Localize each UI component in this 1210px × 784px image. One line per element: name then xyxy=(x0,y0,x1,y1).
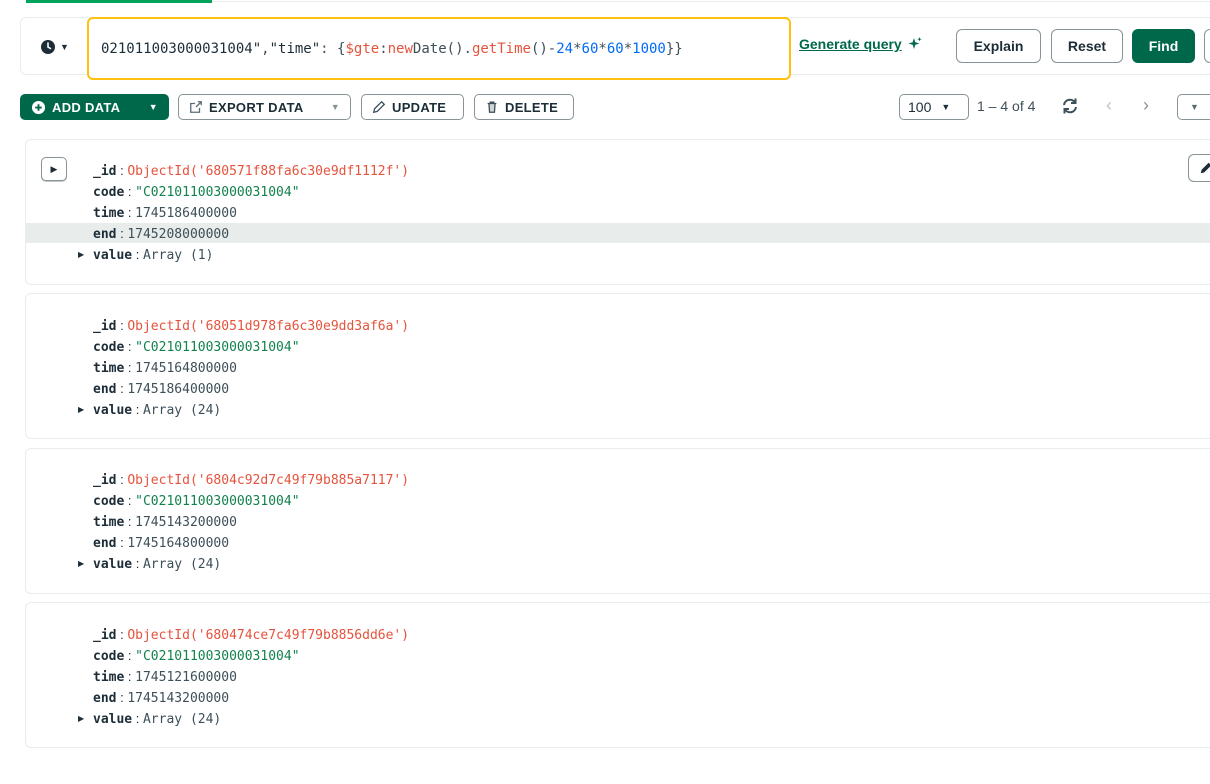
chevron-down-icon: ▼ xyxy=(941,102,951,112)
query-token: 60 xyxy=(581,40,599,57)
edit-document-button[interactable] xyxy=(1188,154,1210,182)
field-code: code : "C021011003000031004" xyxy=(93,339,300,355)
query-token: 1000 xyxy=(632,40,666,57)
field-end: end : 1745208000000 xyxy=(93,226,230,242)
edit-icon xyxy=(1200,162,1210,174)
page-size-select[interactable]: 100 ▼ xyxy=(899,94,969,120)
chevron-down-icon: ▼ xyxy=(60,42,69,52)
delete-button[interactable]: DELETE xyxy=(474,94,574,120)
query-token: , xyxy=(261,40,270,57)
sparkle-icon xyxy=(908,37,922,49)
chevron-down-icon: ▼ xyxy=(148,102,158,112)
expand-array-icon[interactable]: ▶ xyxy=(78,405,84,414)
tab-divider xyxy=(212,1,1210,2)
field-value[interactable]: value : Array (24) xyxy=(93,555,221,573)
trash-icon xyxy=(487,101,497,113)
chevron-down-icon: ▼ xyxy=(1190,102,1199,112)
expand-array-icon[interactable]: ▶ xyxy=(78,714,84,723)
previous-page-button[interactable]: ‹ xyxy=(1106,95,1112,116)
expand-document-button[interactable]: ▶ xyxy=(41,157,67,181)
query-token: * xyxy=(623,40,633,57)
query-token: Date(). xyxy=(412,40,472,57)
query-token: * xyxy=(598,40,607,57)
export-data-label: EXPORT DATA xyxy=(209,99,304,115)
query-token: : xyxy=(379,40,388,57)
field-end: end : 1745186400000 xyxy=(93,381,230,397)
field-id: _id : ObjectId('680571f88fa6c30e9df1112f… xyxy=(93,163,410,179)
query-filter-input[interactable]: 021011003000031004", "time": {$gte: new D… xyxy=(87,17,791,80)
query-token: "time" xyxy=(269,40,321,57)
result-range: 1 – 4 of 4 xyxy=(977,98,1036,114)
query-token: 021011003000031004" xyxy=(101,40,262,57)
generate-query-label: Generate query xyxy=(799,36,902,52)
update-label: UPDATE xyxy=(392,99,447,115)
field-id: _id : ObjectId('68051d978fa6c30e9dd3af6a… xyxy=(93,318,410,334)
query-token: }} xyxy=(665,40,683,57)
update-button[interactable]: UPDATE xyxy=(361,94,464,120)
field-end: end : 1745143200000 xyxy=(93,690,230,706)
expand-array-icon[interactable]: ▶ xyxy=(78,250,84,259)
export-icon xyxy=(190,101,202,113)
plus-circle-icon xyxy=(31,100,46,114)
active-tab-indicator xyxy=(26,0,212,3)
caret-right-icon: ▶ xyxy=(50,163,58,174)
field-value[interactable]: value : Array (24) xyxy=(93,401,221,419)
query-history-button[interactable]: ▼ xyxy=(40,35,80,59)
field-time: time : 1745186400000 xyxy=(93,205,237,221)
next-page-button[interactable]: › xyxy=(1143,95,1149,116)
add-data-label: ADD DATA xyxy=(52,99,121,115)
explain-button[interactable]: Explain xyxy=(956,29,1041,63)
find-button[interactable]: Find xyxy=(1132,29,1195,63)
query-token: : { xyxy=(320,40,346,57)
field-value[interactable]: value : Array (24) xyxy=(93,710,221,728)
query-token: * xyxy=(573,40,582,57)
refresh-icon[interactable] xyxy=(1060,96,1080,116)
query-token: ()- xyxy=(530,40,557,57)
export-data-button[interactable]: EXPORT DATA ▼ xyxy=(178,94,351,120)
clock-icon xyxy=(41,40,55,54)
field-code: code : "C021011003000031004" xyxy=(93,493,300,509)
options-button[interactable] xyxy=(1204,29,1210,63)
generate-query-link[interactable]: Generate query xyxy=(799,36,923,52)
query-token: new xyxy=(387,40,413,57)
add-data-button[interactable]: ADD DATA ▼ xyxy=(20,94,169,120)
field-value[interactable]: value : Array (1) xyxy=(93,246,213,264)
field-code: code : "C021011003000031004" xyxy=(93,184,300,200)
chevron-down-icon: ▼ xyxy=(330,102,340,112)
field-code: code : "C021011003000031004" xyxy=(93,648,300,664)
field-time: time : 1745143200000 xyxy=(93,514,237,530)
delete-label: DELETE xyxy=(505,99,559,115)
field-time: time : 1745121600000 xyxy=(93,669,237,685)
reset-button[interactable]: Reset xyxy=(1051,29,1123,63)
field-id: _id : ObjectId('680474ce7c49f79b8856dd6e… xyxy=(93,627,410,643)
pencil-icon xyxy=(372,100,386,114)
page-size-value: 100 xyxy=(908,99,932,115)
field-end: end : 1745164800000 xyxy=(93,535,230,551)
query-token: 60 xyxy=(606,40,624,57)
query-token: $gte xyxy=(345,40,380,57)
query-token: getTime xyxy=(471,40,531,57)
field-id: _id : ObjectId('6804c92d7c49f79b885a7117… xyxy=(93,472,410,488)
field-time: time : 1745164800000 xyxy=(93,360,237,376)
view-mode-select[interactable]: ▼ xyxy=(1177,94,1210,120)
expand-array-icon[interactable]: ▶ xyxy=(78,559,84,568)
query-token: 24 xyxy=(556,40,574,57)
